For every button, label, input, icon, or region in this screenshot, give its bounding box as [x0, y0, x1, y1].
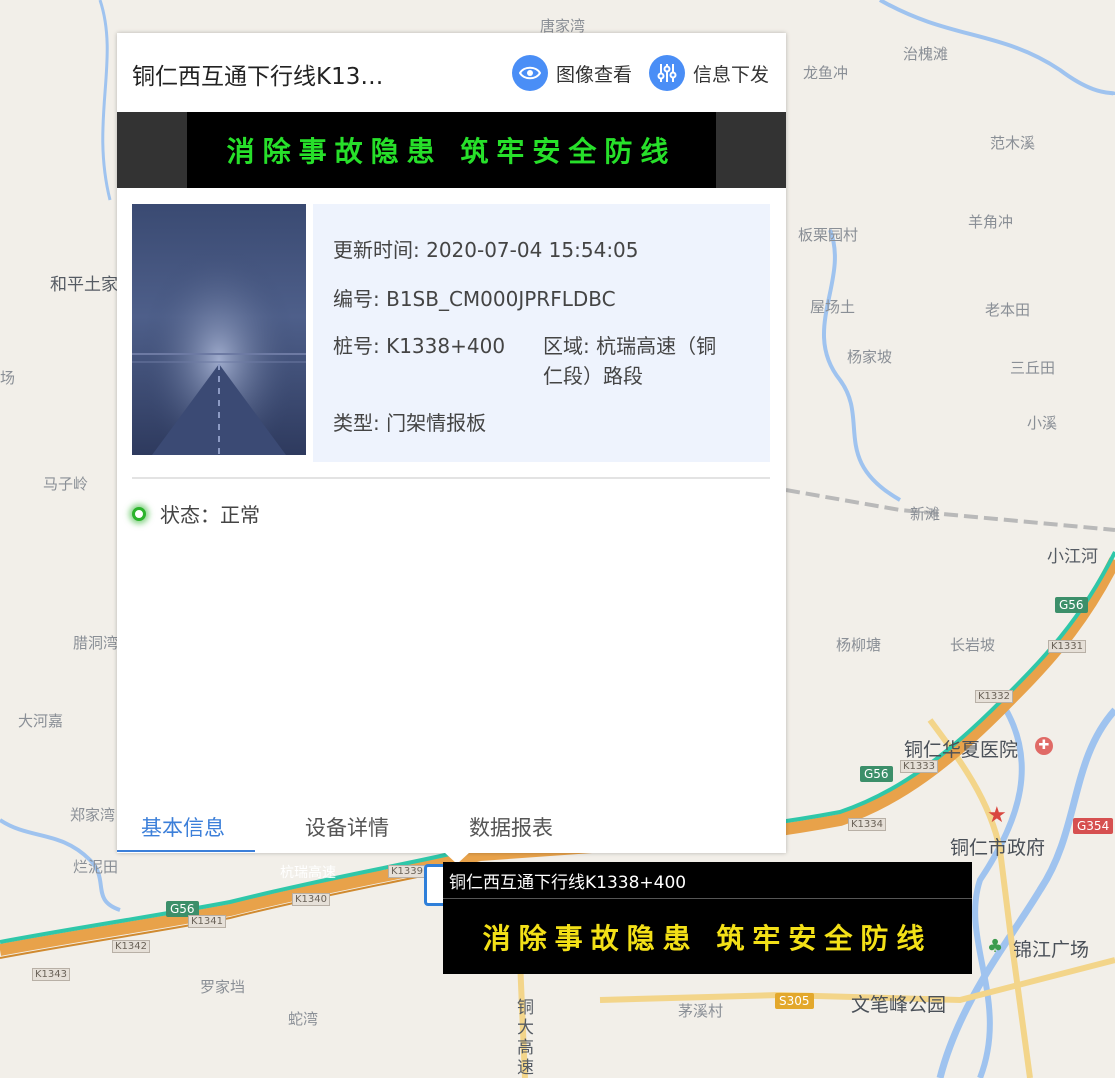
region-line2: 仁段）路段	[543, 364, 643, 388]
map-label: 腊洞湾	[73, 634, 119, 652]
map-label: 蛇湾	[288, 1010, 319, 1028]
km-marker: K1343	[32, 968, 71, 981]
device-type: 类型: 门架情报板	[333, 411, 487, 435]
map-label: 新滩	[910, 505, 941, 523]
road-shield: G354	[1073, 818, 1114, 834]
status-ok-icon	[132, 506, 146, 521]
popup-tabs: 基本信息 设备详情 数据报表	[117, 808, 786, 853]
map-label: 铜大高速	[517, 998, 534, 1078]
tab-basic-info[interactable]: 基本信息	[141, 812, 225, 842]
device-tooltip: 铜仁西互通下行线K1338+400 消除事故隐患 筑牢安全防线	[443, 862, 972, 974]
region-line1: 区域: 杭瑞高速（铜	[543, 334, 717, 358]
map-label: 铜仁华夏医院	[904, 739, 1019, 761]
map-label: 马子岭	[43, 475, 89, 493]
tooltip-device-name: 铜仁西互通下行线K1338+400	[449, 873, 687, 893]
map-label: 杨家坡	[847, 348, 893, 366]
map-label: 文笔峰公园	[851, 994, 947, 1016]
status-text: 状态：正常	[160, 503, 260, 527]
map-label: 罗家垱	[200, 978, 246, 996]
map-label: 范木溪	[990, 134, 1036, 152]
led-sign-preview: 消除事故隐患 筑牢安全防线	[117, 112, 786, 188]
device-code: 编号: B1SB_CM000JPRFLDBC	[333, 287, 616, 311]
map-label: 和平土家	[50, 275, 118, 295]
image-view-button[interactable]: 图像查看	[512, 55, 632, 91]
km-marker: K1334	[848, 818, 887, 831]
highway-label: 杭瑞高速	[280, 865, 336, 881]
map-label: 小江河	[1047, 547, 1098, 567]
road-shield: G56	[860, 766, 893, 782]
road-shield: G56	[1055, 597, 1088, 613]
map-label: 烂泥田	[73, 858, 119, 876]
km-marker: K1340	[292, 893, 331, 906]
km-marker: K1331	[1048, 640, 1087, 653]
map-label: 屋场土	[810, 298, 856, 316]
map-label: 场	[0, 369, 16, 387]
device-popup: 铜仁西互通下行线K13… 图像查看 信息下发 消除事故隐患 筑牢安全防线 更新时…	[117, 33, 786, 853]
km-marker: K1339	[388, 865, 427, 878]
map-label: 治槐滩	[903, 45, 949, 63]
tab-data-report[interactable]: 数据报表	[469, 812, 553, 842]
map-label: 茅溪村	[678, 1002, 724, 1020]
map-label: 三丘田	[1010, 359, 1056, 377]
map-label: 大河嘉	[18, 712, 64, 730]
device-info-panel: 更新时间: 2020-07-04 15:54:05 编号: B1SB_CM000…	[313, 204, 770, 462]
sliders-icon	[649, 55, 685, 91]
road-shield: S305	[775, 993, 814, 1009]
map-label: 锦江广场	[1013, 939, 1090, 961]
hospital-icon: ✚	[1035, 737, 1053, 755]
tooltip-led-message: 消除事故隐患 筑牢安全防线	[482, 921, 933, 955]
image-view-label: 图像查看	[556, 63, 633, 86]
map-label: 杨柳塘	[836, 636, 882, 654]
map-label: 羊角冲	[968, 213, 1014, 231]
info-send-button[interactable]: 信息下发	[649, 55, 769, 91]
map-label: 郑家湾	[70, 806, 116, 824]
km-marker: K1342	[112, 940, 151, 953]
led-sign-text: 消除事故隐患 筑牢安全防线	[187, 112, 716, 188]
km-marker: K1333	[900, 760, 939, 773]
map-label: 板栗园村	[798, 226, 859, 244]
map-label: 老本田	[985, 301, 1031, 319]
landmark-star-icon: ★	[987, 803, 1007, 828]
divider	[132, 477, 770, 479]
map-label: 长岩坡	[950, 636, 996, 654]
park-tree-icon: ♣	[987, 936, 1004, 957]
km-marker: K1341	[188, 915, 227, 928]
km-marker: K1332	[975, 690, 1014, 703]
info-send-label: 信息下发	[693, 63, 770, 86]
status-row: 状态：正常	[132, 499, 260, 528]
map-label: 小溪	[1027, 414, 1058, 432]
map-label: 铜仁市政府	[950, 837, 1046, 859]
popup-title: 铜仁西互通下行线K13…	[132, 64, 384, 90]
popup-header: 铜仁西互通下行线K13… 图像查看 信息下发	[117, 33, 786, 112]
active-tab-indicator	[117, 850, 255, 852]
eye-icon	[512, 55, 548, 91]
camera-thumbnail[interactable]	[132, 204, 306, 455]
update-time: 更新时间: 2020-07-04 15:54:05	[333, 238, 639, 262]
map-label: 龙鱼冲	[803, 64, 849, 82]
stake-number: 桩号: K1338+400	[333, 334, 506, 358]
tab-device-details[interactable]: 设备详情	[305, 812, 389, 842]
